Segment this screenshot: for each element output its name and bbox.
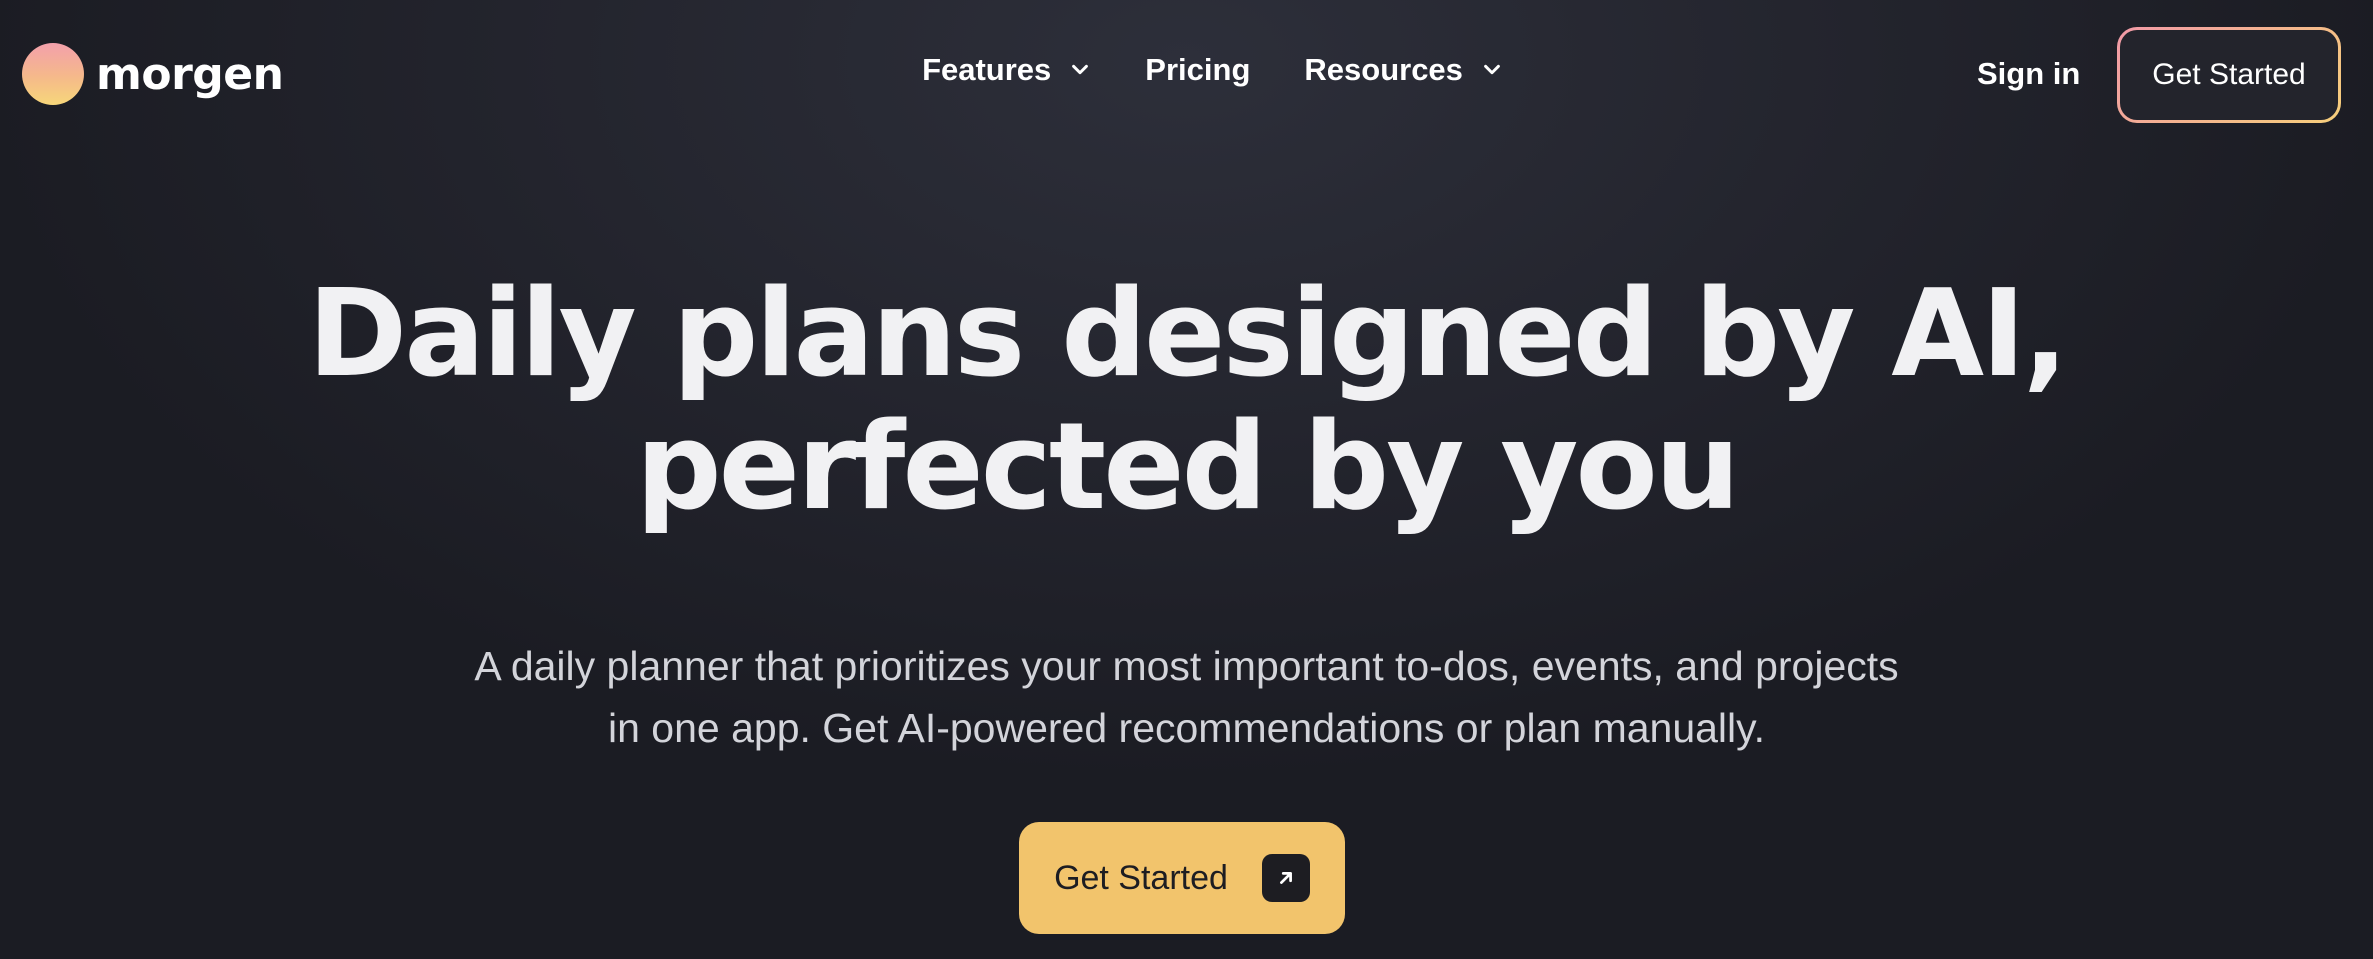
- nav-item-features[interactable]: Features: [922, 52, 1091, 88]
- nav-item-label: Features: [922, 52, 1052, 87]
- chevron-down-icon: [1072, 64, 1089, 75]
- landing-page: morgen Features Pricing Resources Sign i…: [0, 0, 2373, 959]
- hero-subtitle-line-1: A daily planner that prioritizes your mo…: [474, 643, 1899, 689]
- nav-item-label: Pricing: [1145, 52, 1251, 87]
- nav-item-resources[interactable]: Resources: [1304, 52, 1503, 88]
- hero-get-started-label: Get Started: [1054, 858, 1228, 897]
- header-get-started-label: Get Started: [2120, 30, 2338, 120]
- hero-subtitle-line-2: in one app. Get AI-powered recommendatio…: [607, 705, 1765, 751]
- chevron-down-icon: [1484, 64, 1500, 75]
- sign-in-link[interactable]: Sign in: [1977, 56, 2080, 92]
- hero-title-line-2: perfected by you: [635, 398, 1741, 537]
- hero-title: Daily plans designed by AI, perfected by…: [0, 268, 2373, 534]
- hero-subtitle: A daily planner that prioritizes your mo…: [0, 635, 2373, 759]
- nav-item-label: Resources: [1304, 52, 1463, 87]
- hero-get-started-button[interactable]: Get Started: [1019, 822, 1345, 934]
- hero-title-line-1: Daily plans designed by AI,: [307, 265, 2069, 404]
- header-get-started-button[interactable]: Get Started: [2117, 27, 2341, 123]
- nav-item-pricing[interactable]: Pricing: [1145, 52, 1250, 88]
- arrow-up-right-icon: [1261, 854, 1310, 902]
